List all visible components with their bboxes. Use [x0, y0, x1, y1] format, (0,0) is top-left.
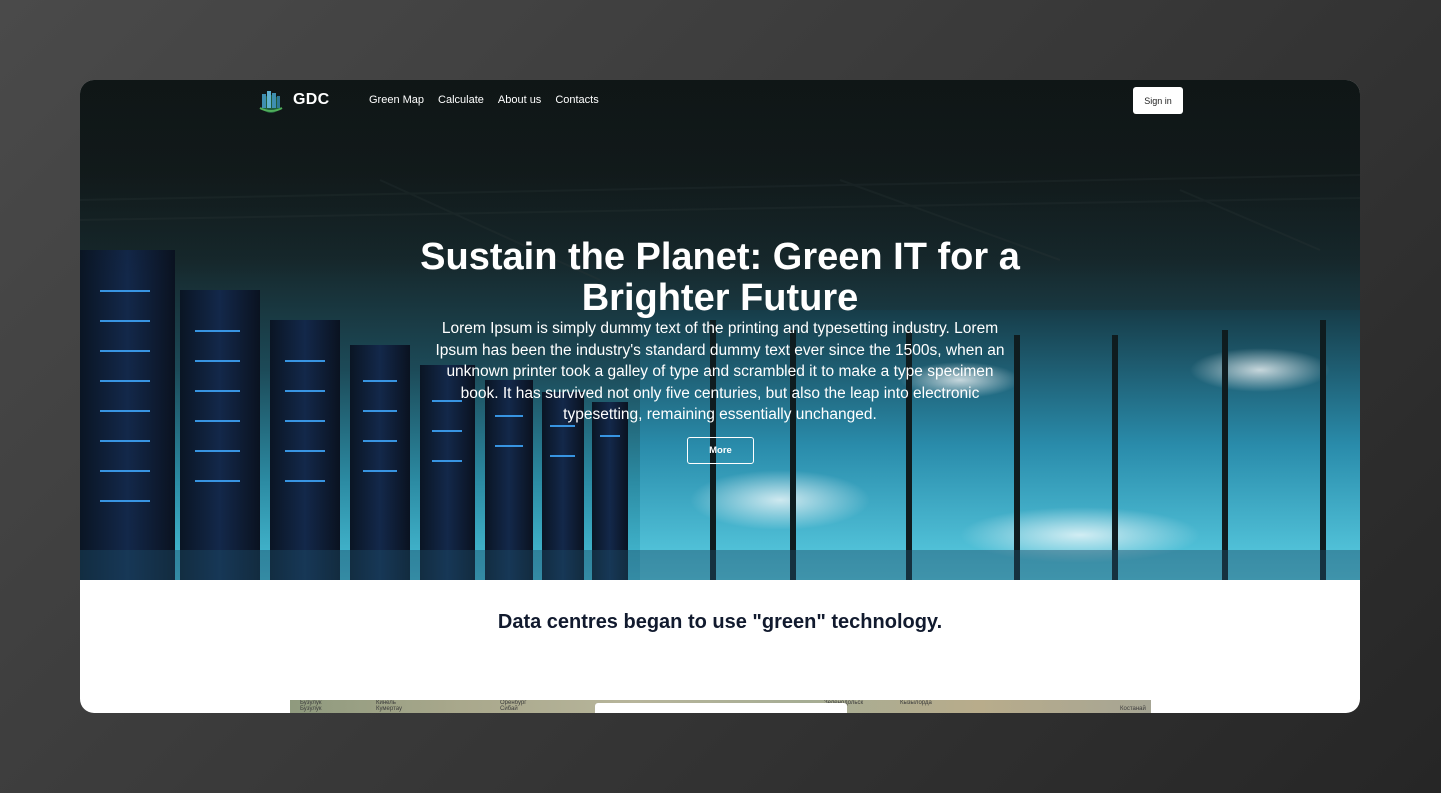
- section-heading: Data centres began to use "green" techno…: [497, 611, 943, 633]
- nav-item-green-map[interactable]: Green Map: [369, 94, 424, 106]
- main-menu: Green Map Calculate About us Contacts: [369, 94, 599, 106]
- nav-item-contacts[interactable]: Contacts: [555, 94, 598, 106]
- map-label: Бузулук: [300, 706, 322, 712]
- sign-in-button[interactable]: Sign in: [1133, 87, 1183, 114]
- brand-logo[interactable]: GDC: [257, 86, 329, 114]
- hero-description: Lorem Ipsum is simply dummy text of the …: [435, 320, 1005, 424]
- nav-item-about-us[interactable]: About us: [498, 94, 541, 106]
- nav-item-calculate[interactable]: Calculate: [438, 94, 484, 106]
- hero-section: GDC Green Map Calculate About us Contact…: [80, 80, 1360, 580]
- hero-title: Sustain the Planet: Green IT for a Brigh…: [420, 236, 1020, 319]
- more-button[interactable]: More: [687, 437, 754, 464]
- map-search-box[interactable]: [595, 703, 847, 713]
- brand-name: GDC: [293, 91, 330, 108]
- map-label: Сибай: [500, 706, 518, 712]
- top-navigation: GDC Green Map Calculate About us Contact…: [80, 80, 1360, 122]
- green-map-preview[interactable]: Бузулук Бузулук Кинель Кумертау Оренбург…: [290, 700, 1151, 713]
- data-center-logo-icon: [257, 86, 285, 114]
- map-label: Костанай: [1120, 706, 1146, 712]
- map-label: Кызылорда: [900, 700, 932, 706]
- map-label: Кумертау: [376, 706, 403, 712]
- browser-viewport: GDC Green Map Calculate About us Contact…: [80, 80, 1360, 713]
